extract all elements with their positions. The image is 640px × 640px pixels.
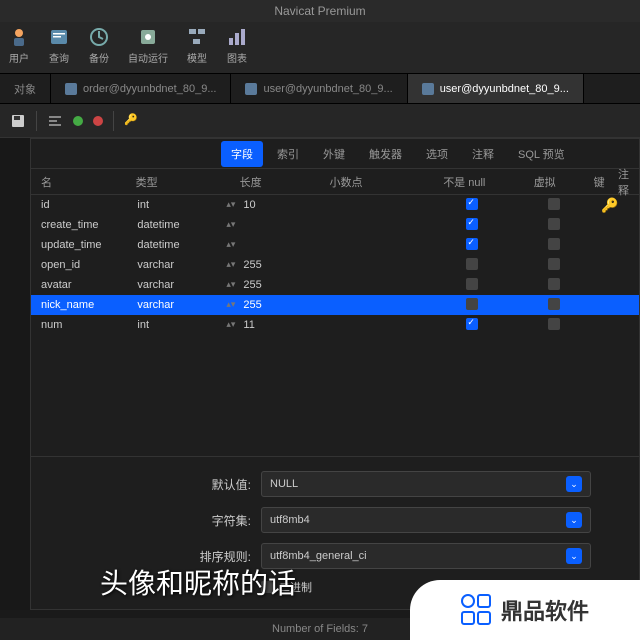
subtab[interactable]: 字段 (221, 141, 263, 167)
type-stepper-icon[interactable]: ▴▾ (226, 259, 235, 271)
charset-select[interactable]: utf8mb4⌄ (261, 507, 591, 533)
secondary-toolbar: 🔑 (0, 104, 640, 138)
notnull-checkbox[interactable] (466, 318, 478, 330)
tool-model[interactable]: 模型 (186, 26, 208, 69)
tool-user[interactable]: 用户 (8, 26, 30, 69)
save-icon[interactable] (10, 113, 26, 129)
subtab[interactable]: 触发器 (359, 141, 412, 167)
add-icon[interactable] (73, 116, 83, 126)
subtab[interactable]: 外键 (313, 141, 355, 167)
subtab[interactable]: 索引 (267, 141, 309, 167)
document-tabs: 对象order@dyyunbdnet_80_9...user@dyyunbdne… (0, 74, 640, 104)
primary-key-icon: 🔑 (601, 197, 618, 213)
type-stepper-icon[interactable]: ▴▾ (226, 299, 235, 311)
tool-backup[interactable]: 备份 (88, 26, 110, 69)
query-icon (48, 26, 70, 48)
type-stepper-icon[interactable]: ▴▾ (226, 219, 235, 231)
field-row[interactable]: update_timedatetime▴▾ (31, 235, 639, 255)
charset-label: 字符集: (41, 512, 251, 529)
model-icon (186, 26, 208, 48)
notnull-checkbox[interactable] (466, 258, 478, 270)
subtab[interactable]: 选项 (416, 141, 458, 167)
document-tab[interactable]: user@dyyunbdnet_80_9... (408, 74, 584, 103)
backup-icon (88, 26, 110, 48)
table-icon (422, 83, 434, 95)
default-select[interactable]: NULL⌄ (261, 471, 591, 497)
virtual-checkbox[interactable] (548, 218, 560, 230)
virtual-checkbox[interactable] (548, 238, 560, 250)
collation-select[interactable]: utf8mb4_general_ci⌄ (261, 543, 591, 569)
virtual-checkbox[interactable] (548, 198, 560, 210)
main-toolbar: 用户查询备份自动运行模型图表 (0, 22, 640, 74)
document-tab[interactable]: 对象 (0, 74, 51, 103)
document-tab[interactable]: user@dyyunbdnet_80_9... (231, 74, 407, 103)
grid-header: 名 类型 长度 小数点 不是 null 虚拟 键 注释 (31, 169, 639, 195)
default-label: 默认值: (41, 476, 251, 493)
field-row[interactable]: idint▴▾10🔑 (31, 195, 639, 215)
table-icon (245, 83, 257, 95)
window-title: Navicat Premium (0, 0, 640, 22)
field-row[interactable]: numint▴▾11 (31, 315, 639, 335)
key-icon[interactable]: 🔑 (124, 113, 140, 129)
notnull-checkbox[interactable] (466, 238, 478, 250)
align-icon[interactable] (47, 113, 63, 129)
virtual-checkbox[interactable] (548, 318, 560, 330)
watermark: 鼎品软件 (410, 580, 640, 640)
table-icon (65, 83, 77, 95)
notnull-checkbox[interactable] (466, 278, 478, 290)
user-icon (8, 26, 30, 48)
type-stepper-icon[interactable]: ▴▾ (226, 239, 235, 251)
watermark-icon (461, 594, 493, 626)
subtab[interactable]: SQL 预览 (508, 141, 575, 167)
notnull-checkbox[interactable] (466, 198, 478, 210)
type-stepper-icon[interactable]: ▴▾ (226, 199, 235, 211)
left-panel (0, 138, 30, 610)
virtual-checkbox[interactable] (548, 278, 560, 290)
virtual-checkbox[interactable] (548, 298, 560, 310)
chart-icon (226, 26, 248, 48)
tool-chart[interactable]: 图表 (226, 26, 248, 69)
auto-icon (137, 26, 159, 48)
subtab[interactable]: 注释 (462, 141, 504, 167)
document-tab[interactable]: order@dyyunbdnet_80_9... (51, 74, 231, 103)
tool-auto[interactable]: 自动运行 (128, 26, 168, 69)
notnull-checkbox[interactable] (466, 298, 478, 310)
designer-subtabs: 字段索引外键触发器选项注释SQL 预览 (31, 139, 639, 169)
field-row[interactable]: nick_namevarchar▴▾255 (31, 295, 639, 315)
field-row[interactable]: create_timedatetime▴▾ (31, 215, 639, 235)
designer-panel: 字段索引外键触发器选项注释SQL 预览 名 类型 长度 小数点 不是 null … (30, 138, 640, 610)
field-row[interactable]: open_idvarchar▴▾255 (31, 255, 639, 275)
notnull-checkbox[interactable] (466, 218, 478, 230)
field-row[interactable]: avatarvarchar▴▾255 (31, 275, 639, 295)
video-caption: 头像和昵称的话 (100, 562, 296, 602)
tool-query[interactable]: 查询 (48, 26, 70, 69)
remove-icon[interactable] (93, 116, 103, 126)
type-stepper-icon[interactable]: ▴▾ (226, 319, 235, 331)
virtual-checkbox[interactable] (548, 258, 560, 270)
type-stepper-icon[interactable]: ▴▾ (226, 279, 235, 291)
